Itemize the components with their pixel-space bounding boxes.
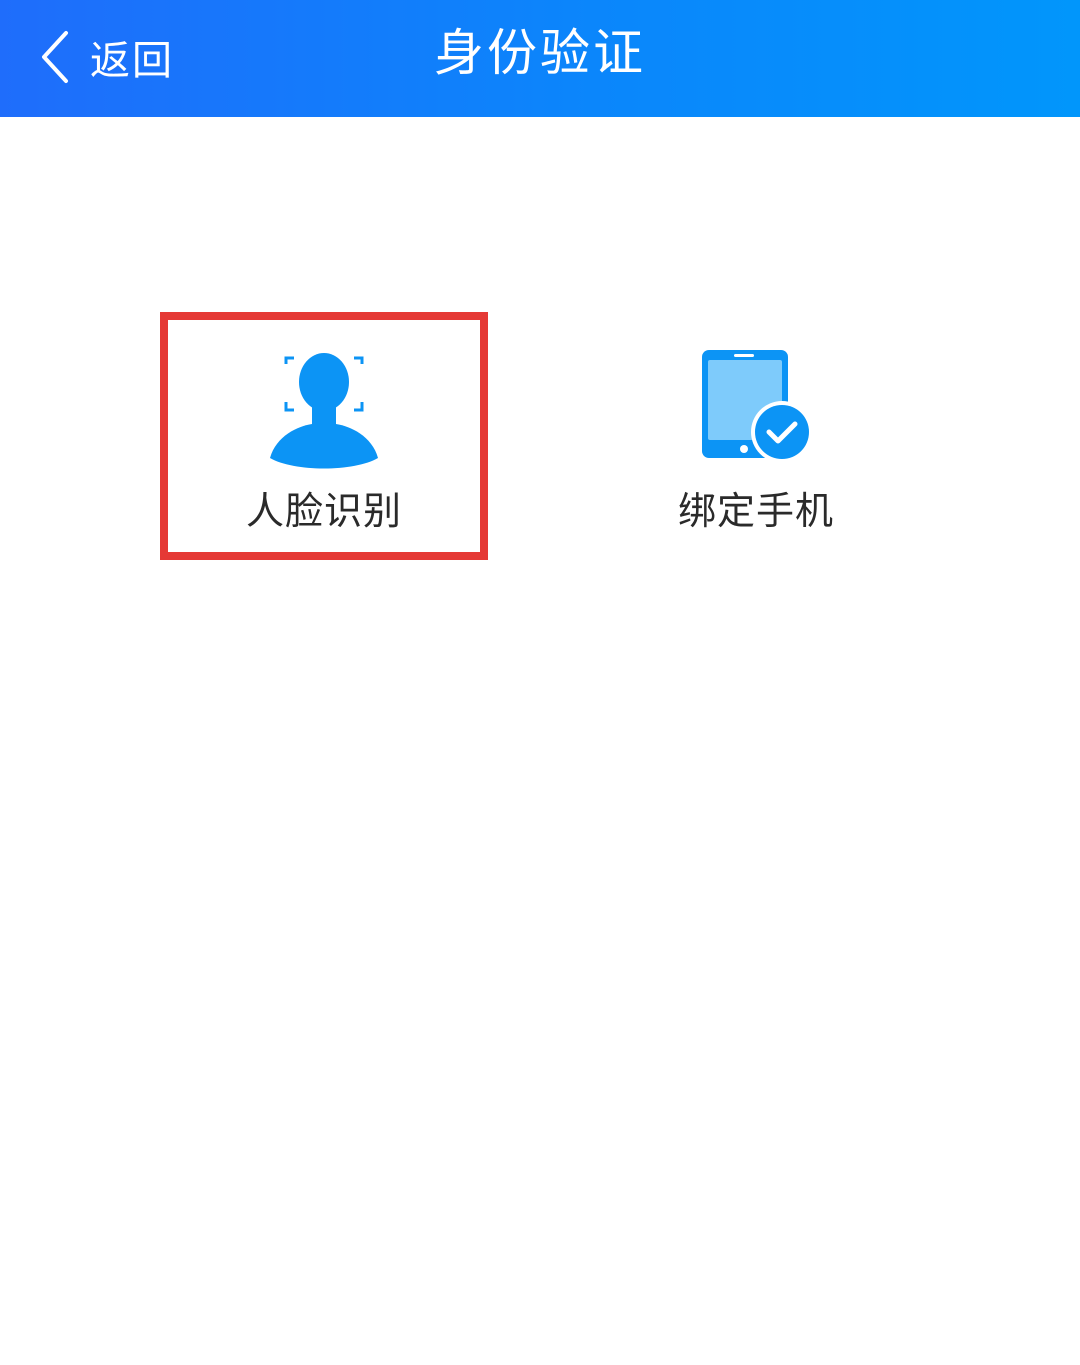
identity-verification-screen: 返回 身份验证 人脸识别 绑定手机 — [0, 0, 1080, 1365]
face-recognition-icon — [270, 353, 378, 469]
phone-bind-icon — [702, 350, 813, 463]
bind-phone-option[interactable]: 绑定手机 — [592, 312, 920, 560]
face-recognition-option[interactable]: 人脸识别 — [160, 312, 488, 560]
face-recognition-label: 人脸识别 — [245, 489, 402, 533]
page-title: 身份验证 — [434, 24, 646, 82]
header-bar: 返回 身份验证 — [0, 0, 1080, 117]
bind-phone-label: 绑定手机 — [677, 489, 834, 533]
